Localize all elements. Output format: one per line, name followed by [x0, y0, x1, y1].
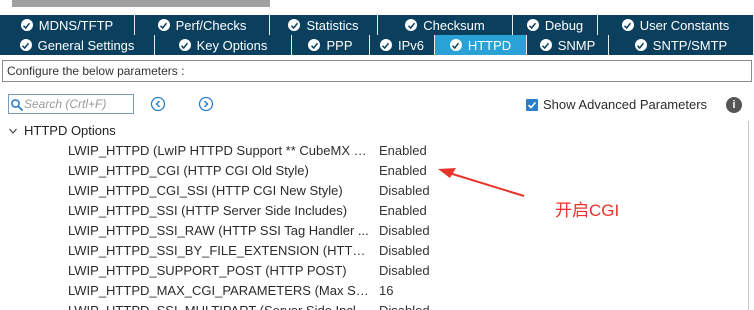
search-box[interactable] — [8, 94, 134, 114]
parameter-row[interactable]: LWIP_HTTPD_SSI_BY_FILE_EXTENSION (HTTP .… — [0, 241, 740, 261]
parameter-name: LWIP_HTTPD_SUPPORT_POST (HTTP POST) — [68, 263, 347, 278]
parameter-name: LWIP_HTTPD_SSI_MULTIPART (Server Side In… — [68, 301, 373, 310]
tab-label: MDNS/TFTP — [38, 17, 114, 33]
parameter-row[interactable]: LWIP_HTTPD_SUPPORT_POST (HTTP POST) Disab… — [0, 261, 740, 281]
tab-label: PPP — [326, 37, 353, 53]
parameter-row[interactable]: LWIP_HTTPD_CGI (HTTP CGI Old Style) Enabl… — [0, 161, 740, 181]
check-circle-icon — [539, 39, 552, 51]
tab-label: HTTPD — [467, 37, 512, 53]
chevron-down-icon[interactable] — [8, 126, 18, 136]
show-advanced-label: Show Advanced Parameters — [543, 97, 708, 112]
check-circle-icon — [634, 39, 647, 51]
check-circle-icon — [449, 39, 462, 51]
show-advanced-toggle[interactable]: Show Advanced Parameters — [526, 97, 707, 112]
tab-debug[interactable]: Debug — [513, 15, 598, 35]
parameter-value[interactable]: Disabled — [379, 221, 430, 241]
parameter-name: LWIP_HTTPD_SSI_BY_FILE_EXTENSION (HTTP .… — [68, 243, 373, 258]
annotation-arrow — [438, 168, 525, 197]
annotation-text: 开启CGI — [555, 201, 620, 220]
parameter-row[interactable]: LWIP_HTTPD_CGI_SSI (HTTP CGI New Style) D… — [0, 181, 740, 201]
tab-label: SNTP/SMTP — [652, 37, 728, 53]
search-icon — [11, 99, 23, 111]
tab-bar-row-2: General Settings Key Options PPP IPv6 HTTPD S… — [0, 35, 754, 55]
parameter-name: LWIP_HTTPD_SSI_RAW (HTTP SSI Tag Handler… — [68, 223, 369, 238]
tab-checksum[interactable]: Checksum — [378, 15, 513, 35]
parameter-row[interactable]: LWIP_HTTPD_SSI (HTTP Server Side Include… — [0, 201, 740, 221]
tab-label: User Constants — [639, 17, 730, 33]
tab-sntp-smtp[interactable]: SNTP/SMTP — [609, 35, 754, 55]
check-circle-icon — [308, 39, 321, 51]
tab-perf-checks[interactable]: Perf/Checks — [135, 15, 270, 35]
search-input[interactable] — [24, 96, 132, 112]
tab-user-constants[interactable]: User Constants — [598, 15, 754, 35]
parameter-value[interactable]: Disabled — [379, 181, 430, 201]
check-circle-icon — [379, 39, 392, 51]
tab-label: Statistics — [306, 17, 359, 33]
tab-label: Key Options — [196, 37, 268, 53]
check-circle-icon — [178, 39, 191, 51]
toolbar: Show Advanced Parameters i — [0, 92, 754, 118]
tab-label: General Settings — [37, 37, 135, 53]
chevron-right-circle-icon[interactable] — [198, 96, 214, 112]
parameter-tree: HTTPD Options LWIP_HTTPD (LwIP HTTPD Sup… — [0, 121, 754, 310]
show-advanced-checkbox[interactable] — [526, 98, 538, 111]
tab-label: Checksum — [423, 17, 485, 33]
check-circle-icon — [405, 19, 418, 31]
check-circle-icon — [288, 19, 301, 31]
parameter-row[interactable]: LWIP_HTTPD_MAX_CGI_PARAMETERS (Max Se...… — [0, 281, 740, 301]
tab-httpd[interactable]: HTTPD — [435, 35, 527, 55]
window-fragment — [12, 0, 270, 7]
tab-label: IPv6 — [397, 37, 424, 53]
check-circle-icon — [157, 19, 170, 31]
tab-statistics[interactable]: Statistics — [270, 15, 378, 35]
tab-label: Debug — [544, 17, 584, 33]
tab-snmp[interactable]: SNMP — [527, 35, 609, 55]
parameter-value[interactable]: Enabled — [379, 141, 427, 161]
config-label: Configure the below parameters : — [7, 64, 185, 78]
parameter-value[interactable]: Disabled — [379, 301, 430, 310]
parameter-row[interactable]: LWIP_HTTPD_SSI_MULTIPART (Server Side In… — [0, 301, 740, 310]
check-circle-icon — [20, 19, 33, 31]
tab-general-settings[interactable]: General Settings — [0, 35, 155, 55]
parameter-value[interactable]: Enabled — [379, 201, 427, 221]
parameter-name: LWIP_HTTPD_MAX_CGI_PARAMETERS (Max Se... — [68, 283, 373, 298]
parameter-value[interactable]: Enabled — [379, 161, 427, 181]
tab-label: SNMP — [557, 37, 596, 53]
tab-ppp[interactable]: PPP — [292, 35, 370, 55]
parameter-row[interactable]: LWIP_HTTPD_SSI_RAW (HTTP SSI Tag Handler… — [0, 221, 740, 241]
group-httpd-options[interactable]: HTTPD Options — [8, 123, 116, 138]
tab-mdns-tftp[interactable]: MDNS/TFTP — [0, 15, 135, 35]
top-strip — [0, 0, 754, 14]
tab-bar-row-1: MDNS/TFTP Perf/Checks Statistics Checksum De… — [0, 15, 754, 35]
check-circle-icon — [19, 39, 32, 51]
tab-key-options[interactable]: Key Options — [155, 35, 292, 55]
tab-ipv6[interactable]: IPv6 — [370, 35, 435, 55]
tab-label: Perf/Checks — [175, 17, 247, 33]
parameter-value[interactable]: 16 — [379, 281, 393, 301]
parameter-name: LWIP_HTTPD_CGI_SSI (HTTP CGI New Style) — [68, 183, 343, 198]
info-icon[interactable]: i — [726, 97, 742, 113]
chevron-left-circle-icon[interactable] — [150, 96, 166, 112]
scrollbar-track[interactable] — [748, 121, 749, 310]
group-label: HTTPD Options — [24, 123, 116, 138]
check-circle-icon — [526, 19, 539, 31]
parameter-value[interactable]: Disabled — [379, 241, 430, 261]
check-circle-icon — [621, 19, 634, 31]
parameter-name: LWIP_HTTPD_SSI (HTTP Server Side Include… — [68, 203, 348, 218]
parameter-name: LWIP_HTTPD (LwIP HTTPD Support ** CubeMX… — [68, 143, 373, 158]
parameter-value[interactable]: Disabled — [379, 261, 430, 281]
parameter-name: LWIP_HTTPD_CGI (HTTP CGI Old Style) — [68, 163, 309, 178]
config-description: Configure the below parameters : — [2, 60, 752, 82]
checkmark-icon — [527, 101, 537, 109]
parameter-row[interactable]: LWIP_HTTPD (LwIP HTTPD Support ** CubeMX… — [0, 141, 740, 161]
